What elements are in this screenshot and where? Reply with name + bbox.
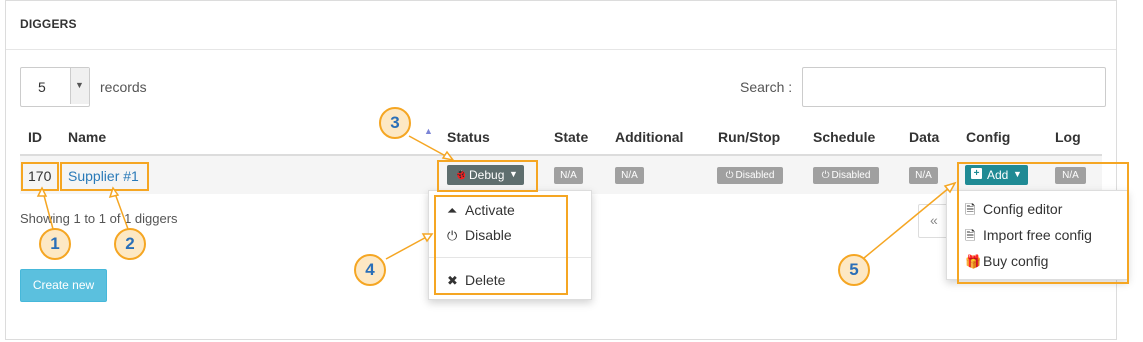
callout-3: 3 <box>379 107 411 139</box>
callout-2: 2 <box>114 228 146 260</box>
callout-5: 5 <box>838 254 870 286</box>
callout-1: 1 <box>39 228 71 260</box>
annotation-leaders <box>36 135 957 260</box>
callout-4: 4 <box>354 254 386 286</box>
